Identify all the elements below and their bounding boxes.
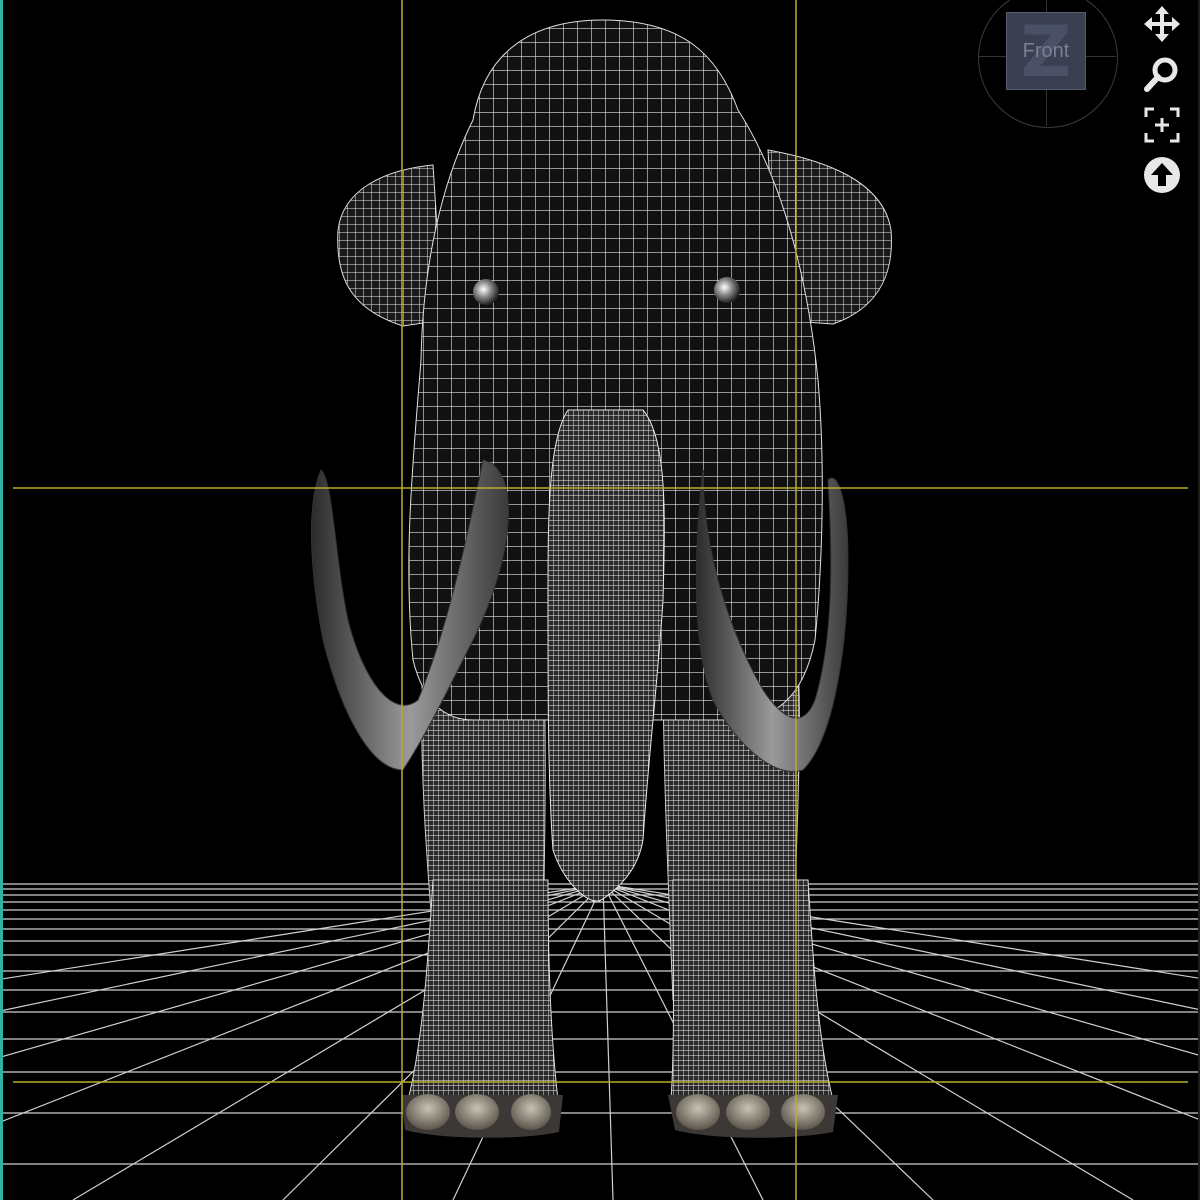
3d-viewport[interactable]: Z Front [0, 0, 1200, 1200]
guide-lines [13, 0, 1188, 1200]
view-cube[interactable]: Z Front [978, 0, 1118, 128]
zoom-icon [1144, 57, 1178, 92]
reset-view-button[interactable] [1140, 153, 1184, 197]
view-cube-front-face[interactable]: Z Front [1006, 11, 1086, 93]
zoom-tool-button[interactable] [1140, 52, 1184, 96]
move-icon [1144, 6, 1180, 42]
frame-tool-button[interactable] [1140, 103, 1184, 147]
move-tool-button[interactable] [1140, 2, 1184, 46]
frame-icon [1144, 107, 1180, 143]
reset-view-icon [1144, 157, 1180, 193]
view-cube-face-label: Front [1022, 39, 1070, 62]
